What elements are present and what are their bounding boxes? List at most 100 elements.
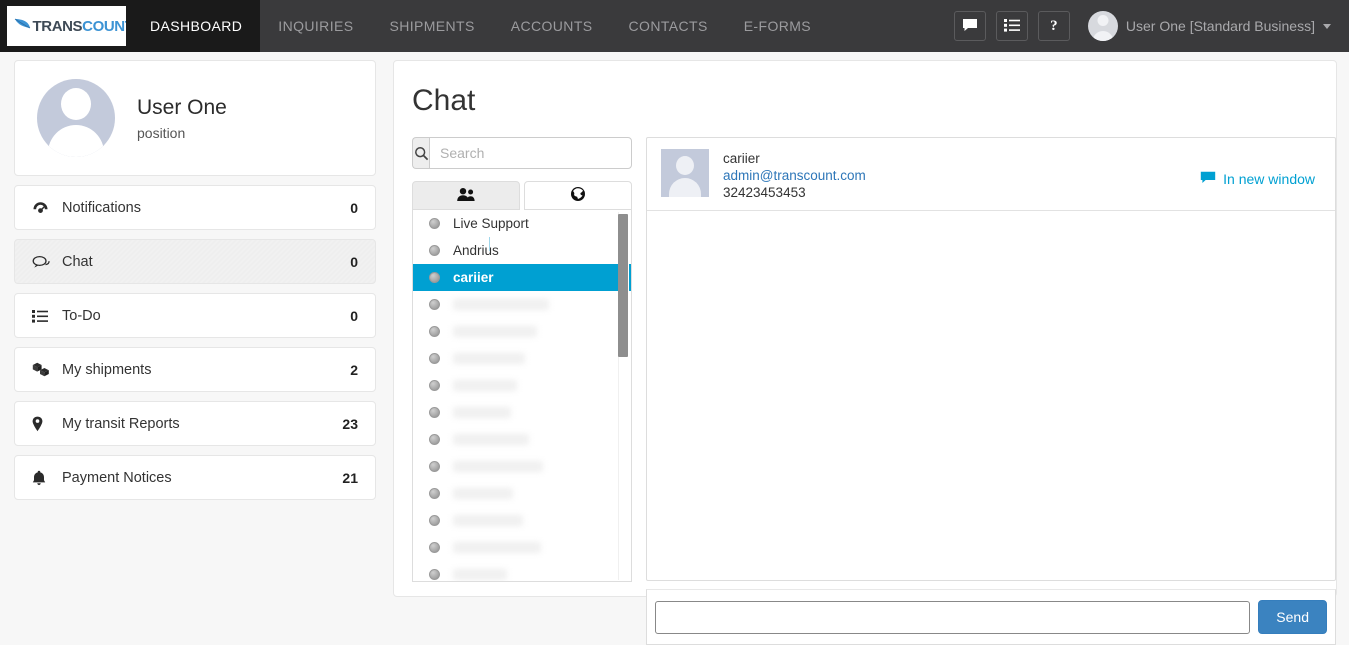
contact-list[interactable]: Live Support Andrius cariier [412, 210, 632, 582]
status-indicator-icon [429, 515, 440, 526]
contact-name-redacted [453, 515, 523, 526]
contact-list-scrollbar[interactable] [618, 212, 629, 580]
conversation-header: cariier admin@transcount.com 32423453453… [647, 138, 1335, 211]
sidebar-item-label: To-Do [62, 307, 101, 324]
sidebar: User One position Notifications 0 Chat 0… [14, 60, 376, 509]
sidebar-item-chat[interactable]: Chat 0 [14, 239, 376, 284]
chat-bubble-icon [1200, 171, 1216, 187]
contact-name-redacted [453, 569, 507, 580]
list-item-selected[interactable]: cariier [413, 264, 631, 291]
list-item[interactable] [413, 507, 631, 534]
bell-icon [32, 470, 54, 486]
sidebar-item-label: My transit Reports [62, 415, 180, 432]
text-cursor [489, 237, 490, 251]
list-item[interactable] [413, 534, 631, 561]
list-item[interactable] [413, 372, 631, 399]
brand-text-blue: COUNT [82, 17, 125, 35]
nav-item-inquiries[interactable]: INQUIRIES [260, 0, 371, 52]
status-indicator-icon [429, 461, 440, 472]
leaf-icon [12, 15, 32, 38]
contact-name-redacted [453, 299, 549, 310]
list-item[interactable]: Andrius [413, 237, 631, 264]
sidebar-item-label: My shipments [62, 361, 152, 378]
list-item[interactable] [413, 399, 631, 426]
chat-icon [32, 255, 54, 269]
message-history[interactable] [647, 211, 1335, 501]
tab-contacts[interactable] [412, 181, 520, 210]
contact-name-redacted [453, 461, 543, 472]
status-indicator-icon [429, 380, 440, 391]
dashboard-gauge-icon [32, 201, 54, 215]
sidebar-item-count: 23 [342, 415, 358, 432]
user-menu-label: User One [Standard Business] [1125, 18, 1315, 34]
list-item[interactable] [413, 318, 631, 345]
contact-name-redacted [453, 326, 537, 337]
users-icon [456, 187, 476, 205]
nav-item-dashboard[interactable]: DASHBOARD [132, 0, 261, 52]
help-icon-button[interactable]: ? [1037, 11, 1070, 41]
conversation-panel: cariier admin@transcount.com 32423453453… [646, 137, 1336, 581]
status-indicator-icon [429, 299, 440, 310]
nav-item-eforms[interactable]: E-FORMS [726, 0, 829, 52]
top-navbar: TRANSCOUNT DASHBOARD INQUIRIES SHIPMENTS… [0, 0, 1349, 52]
profile-position: position [137, 124, 186, 141]
contact-email-link[interactable]: admin@transcount.com [723, 167, 866, 184]
chat-bubble-icon [962, 18, 978, 35]
nav-item-contacts[interactable]: CONTACTS [611, 0, 726, 52]
list-icon-button[interactable] [995, 11, 1028, 41]
sidebar-item-my-shipments[interactable]: My shipments 2 [14, 347, 376, 392]
tab-global[interactable] [524, 181, 632, 210]
sidebar-item-payment-notices[interactable]: Payment Notices 21 [14, 455, 376, 500]
list-item[interactable] [413, 291, 631, 318]
list-item[interactable] [413, 453, 631, 480]
status-indicator-icon [429, 326, 440, 337]
search-icon [412, 137, 429, 169]
contact-name-redacted [453, 542, 541, 553]
list-item[interactable] [413, 561, 631, 581]
boxes-icon [32, 362, 54, 377]
status-indicator-icon [429, 272, 440, 283]
sidebar-item-notifications[interactable]: Notifications 0 [14, 185, 376, 230]
status-indicator-icon [429, 434, 440, 445]
contact-name-redacted [453, 488, 513, 499]
contact-tabs [412, 181, 632, 210]
list-item[interactable] [413, 426, 631, 453]
profile-card: User One position [14, 60, 376, 176]
message-input[interactable] [655, 600, 1251, 634]
nav-item-accounts[interactable]: ACCOUNTS [493, 0, 611, 52]
chat-bubble-icon-button[interactable] [953, 11, 986, 41]
contact-name-redacted [453, 353, 525, 364]
sidebar-item-label: Chat [62, 253, 93, 270]
list-item[interactable] [413, 345, 631, 372]
contact-name: Andrius [453, 243, 499, 258]
contact-name: cariier [723, 151, 760, 166]
page-title: Chat [412, 84, 476, 117]
list-item[interactable] [413, 480, 631, 507]
contact-name-redacted [453, 407, 511, 418]
scrollbar-thumb[interactable] [618, 214, 628, 357]
open-in-new-window-link[interactable]: In new window [1200, 171, 1321, 187]
nav-item-shipments[interactable]: SHIPMENTS [371, 0, 492, 52]
brand-text: TRANSCOUNT [33, 18, 126, 35]
nav-items: DASHBOARD INQUIRIES SHIPMENTS ACCOUNTS C… [132, 0, 829, 52]
status-indicator-icon [429, 542, 440, 553]
user-menu[interactable]: User One [Standard Business] [1087, 11, 1331, 41]
help-icon: ? [1050, 17, 1058, 34]
contacts-column: Live Support Andrius cariier [412, 137, 632, 582]
map-pin-icon [32, 416, 54, 432]
contact-name-redacted [453, 380, 517, 391]
profile-info: User One position [137, 95, 227, 140]
search-input[interactable] [429, 137, 632, 169]
compose-bar: Send [646, 589, 1336, 645]
list-item[interactable]: Live Support [413, 210, 631, 237]
send-button[interactable]: Send [1258, 600, 1327, 634]
sidebar-item-my-transit-reports[interactable]: My transit Reports 23 [14, 401, 376, 446]
sidebar-item-todo[interactable]: To-Do 0 [14, 293, 376, 338]
brand-logo[interactable]: TRANSCOUNT [0, 0, 132, 52]
sidebar-item-count: 21 [342, 469, 358, 486]
contact-avatar [661, 149, 709, 197]
open-in-new-window-label: In new window [1223, 171, 1315, 187]
status-indicator-icon [429, 407, 440, 418]
navbar-right-actions: ? User One [Standard Business] [953, 0, 1349, 52]
contact-name-redacted [453, 434, 529, 445]
